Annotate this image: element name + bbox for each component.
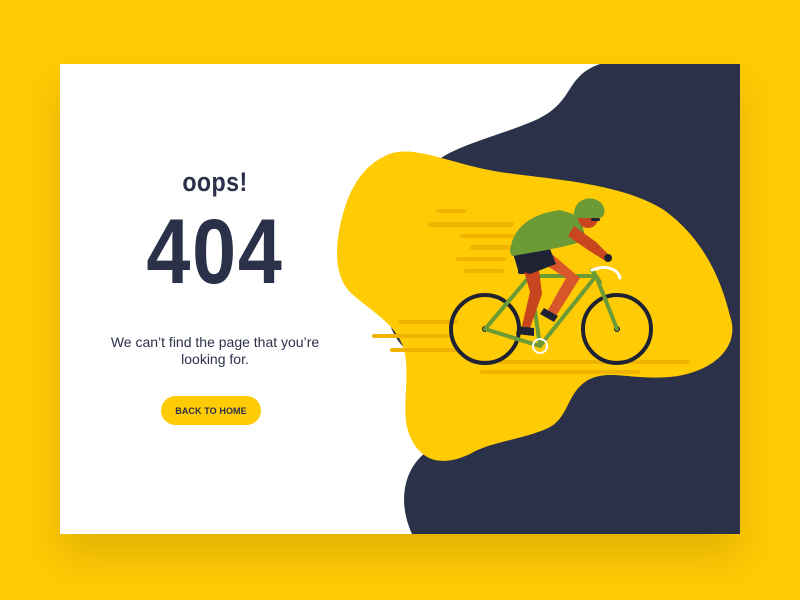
page-background: oops! 404 We can’t find the page that yo… [0,0,800,600]
speed-line [428,222,514,227]
speed-line [436,209,466,213]
oops-heading: oops! [182,167,248,197]
cyclist-glove [604,254,612,262]
cyclist-glasses [591,218,600,221]
speed-line [456,257,506,261]
back-to-home-button[interactable]: BACK TO HOME [161,396,261,425]
error-content: oops! 404 We can’t find the page that yo… [90,64,340,534]
error-code: 404 [146,201,284,303]
speed-line [372,334,452,338]
error-card: oops! 404 We can’t find the page that yo… [60,64,740,534]
speed-line [398,320,458,324]
error-message: We can’t find the page that you’re looki… [110,334,320,367]
speed-line [464,269,504,273]
speed-line [480,370,640,374]
speed-line [390,348,460,352]
speed-line [470,360,690,364]
